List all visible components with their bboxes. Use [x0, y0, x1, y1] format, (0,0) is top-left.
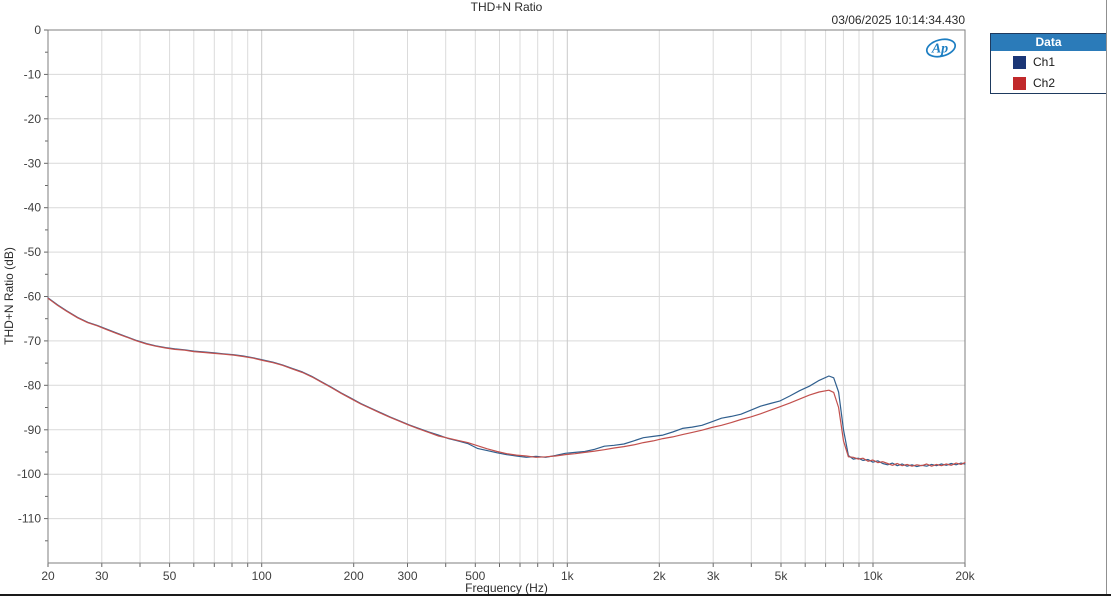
svg-text:-60: -60 — [24, 290, 42, 304]
svg-text:-110: -110 — [18, 512, 41, 526]
audio-precision-logo: Ap — [925, 38, 957, 58]
svg-text:-90: -90 — [24, 423, 42, 437]
x-axis-label: Frequency (Hz) — [465, 581, 548, 595]
legend-item-label: Ch2 — [1033, 76, 1056, 90]
legend-panel: Data Ch1 Ch2 — [990, 33, 1107, 94]
svg-text:-80: -80 — [24, 378, 42, 392]
ap-logo-text: Ap — [931, 42, 948, 57]
panel-right-border — [1106, 0, 1107, 594]
svg-text:-50: -50 — [24, 245, 42, 259]
svg-text:-40: -40 — [24, 201, 42, 215]
svg-text:-20: -20 — [24, 112, 42, 126]
plot-area: 0-10-20-30-40-50-60-70-80-90-100-11020 30… — [17, 23, 976, 583]
y-axis-label: THD+N Ratio (dB) — [2, 247, 16, 345]
svg-text:-100: -100 — [17, 467, 41, 481]
svg-text:-10: -10 — [24, 67, 42, 81]
svg-text:0: 0 — [34, 23, 41, 37]
thdn-measurement-panel: { "header": { "title": "THD+N Ratio", "t… — [0, 0, 1111, 600]
ch2-color-swatch — [1013, 76, 1026, 90]
svg-text:-30: -30 — [24, 156, 42, 170]
svg-text:-70: -70 — [24, 334, 42, 348]
legend-item-label: Ch1 — [1033, 55, 1056, 69]
legend-item-ch1[interactable]: Ch1 — [991, 51, 1106, 72]
ch1-color-swatch — [1013, 55, 1026, 69]
legend-header: Data — [991, 34, 1106, 51]
panel-bottom-border — [0, 594, 1111, 596]
legend-item-ch2[interactable]: Ch2 — [991, 72, 1106, 93]
